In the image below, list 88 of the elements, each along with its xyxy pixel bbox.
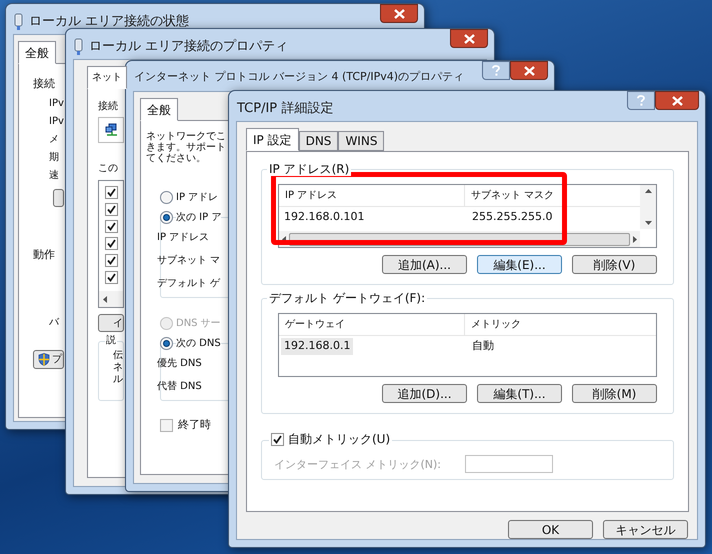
field-label: メ (49, 132, 59, 146)
window-title: ローカル エリア接続の状態 (29, 13, 190, 31)
description-text: ネ (113, 362, 123, 374)
tab[interactable]: ネット (87, 66, 127, 89)
radio-label: 次の IP ア (176, 210, 222, 224)
help-icon (637, 95, 645, 106)
group-label: IP アドレス(R) (267, 162, 352, 176)
help-button[interactable] (627, 91, 655, 110)
window-title: ローカル エリア接続のプロパティ (89, 38, 288, 56)
close-button[interactable] (380, 4, 418, 23)
field-label: 速 (49, 168, 59, 182)
table-cell-text: 自動 (471, 338, 495, 354)
group-label: 説 (105, 336, 117, 346)
field-label: サブネット マ (157, 254, 220, 268)
close-button[interactable] (450, 29, 488, 48)
network-adapter-icon (14, 12, 23, 31)
table-cell: 192.168.0.1 (281, 338, 354, 355)
network-adapter-icon (74, 38, 83, 56)
dialog-button[interactable]: 編集(E)... (477, 255, 562, 274)
tab[interactable]: WINS (338, 131, 384, 151)
radio-label: 次の DNS (176, 336, 221, 350)
section-heading: 接続 (33, 76, 55, 92)
close-icon (672, 96, 682, 106)
dialog-button[interactable]: 追加(D)... (382, 384, 467, 403)
checkbox[interactable] (271, 432, 284, 446)
field-label: IPv (49, 96, 64, 110)
dialog-button[interactable]: 編集(T)... (477, 384, 562, 403)
window-title: TCP/IP 詳細設定 (237, 100, 334, 118)
checkbox[interactable] (105, 254, 118, 267)
table-cell-text: 192.168.0.101 (283, 209, 366, 225)
description-text: ネットワークでこ (146, 131, 226, 142)
close-button[interactable] (655, 91, 699, 110)
field-label: インターフェイス メトリック(N): (274, 456, 442, 472)
field-label: IPv (49, 114, 64, 128)
column-header: サブネット マスク (471, 188, 554, 203)
close-icon (524, 66, 534, 76)
help-button[interactable] (482, 61, 510, 80)
dialog-button[interactable]: 削除(V) (572, 255, 657, 274)
tab[interactable]: IP 設定 (246, 128, 299, 151)
close-button[interactable] (510, 61, 548, 80)
radio-button[interactable] (160, 190, 173, 204)
close-icon (464, 34, 474, 44)
tab[interactable]: 全般 (18, 41, 56, 64)
checkbox[interactable] (105, 271, 118, 284)
field-label: デフォルト ゲ (157, 277, 220, 291)
field-label: 接続 (98, 100, 118, 114)
checkbox[interactable] (105, 220, 118, 233)
checkbox[interactable] (105, 237, 118, 250)
checkbox-label: 自動メトリック(U) (288, 431, 390, 448)
field-label: IP アドレス (157, 231, 210, 245)
dialog-button[interactable]: 追加(A)... (382, 255, 467, 274)
description-text: てください。 (146, 153, 206, 164)
checkbox-label: 終了時 (178, 417, 211, 433)
shield-icon (38, 353, 50, 366)
field-label: バ (49, 316, 59, 330)
checkbox[interactable] (160, 418, 173, 432)
section-heading: 動作 (33, 246, 55, 262)
column-header: ゲートウェイ (285, 318, 345, 332)
window-title: インターネット プロトコル バージョン 4 (TCP/IPv4)のプロパティ (134, 69, 464, 85)
tab[interactable]: 全般 (140, 98, 178, 121)
tab[interactable]: DNS (298, 131, 338, 151)
dialog-button[interactable]: OK (508, 520, 593, 539)
table-cell-text: 255.255.255.0 (471, 209, 554, 225)
radio-button[interactable] (160, 336, 173, 350)
description-text: ル (113, 374, 123, 386)
field-label: 代替 DNS (157, 380, 202, 394)
dialog-button[interactable]: 削除(M) (572, 384, 657, 403)
description-text: きます。サポート (146, 142, 226, 153)
radio-label: IP アドレ (176, 190, 218, 204)
dialog-button[interactable]: キャンセル (603, 520, 688, 539)
scroll-left-icon[interactable] (103, 296, 107, 302)
checkbox[interactable] (105, 186, 118, 199)
field-label: この (98, 162, 118, 176)
group-label: デフォルト ゲートウェイ(F): (267, 291, 428, 305)
field-label: 優先 DNS (157, 356, 202, 371)
help-icon (492, 65, 500, 76)
checkbox[interactable] (105, 203, 118, 216)
column-header: メトリック (471, 318, 521, 332)
network-icon (105, 123, 119, 137)
radio-label: DNS サー (176, 316, 221, 330)
details-button[interactable] (53, 188, 64, 206)
column-header: IP アドレス (285, 189, 338, 203)
close-icon (394, 8, 404, 18)
radio-button[interactable] (160, 210, 173, 224)
install-button[interactable]: イ (98, 314, 124, 332)
field-label: 期 (49, 150, 59, 164)
properties-button[interactable]: プ (33, 350, 64, 369)
description-text: 伝 (113, 350, 123, 362)
